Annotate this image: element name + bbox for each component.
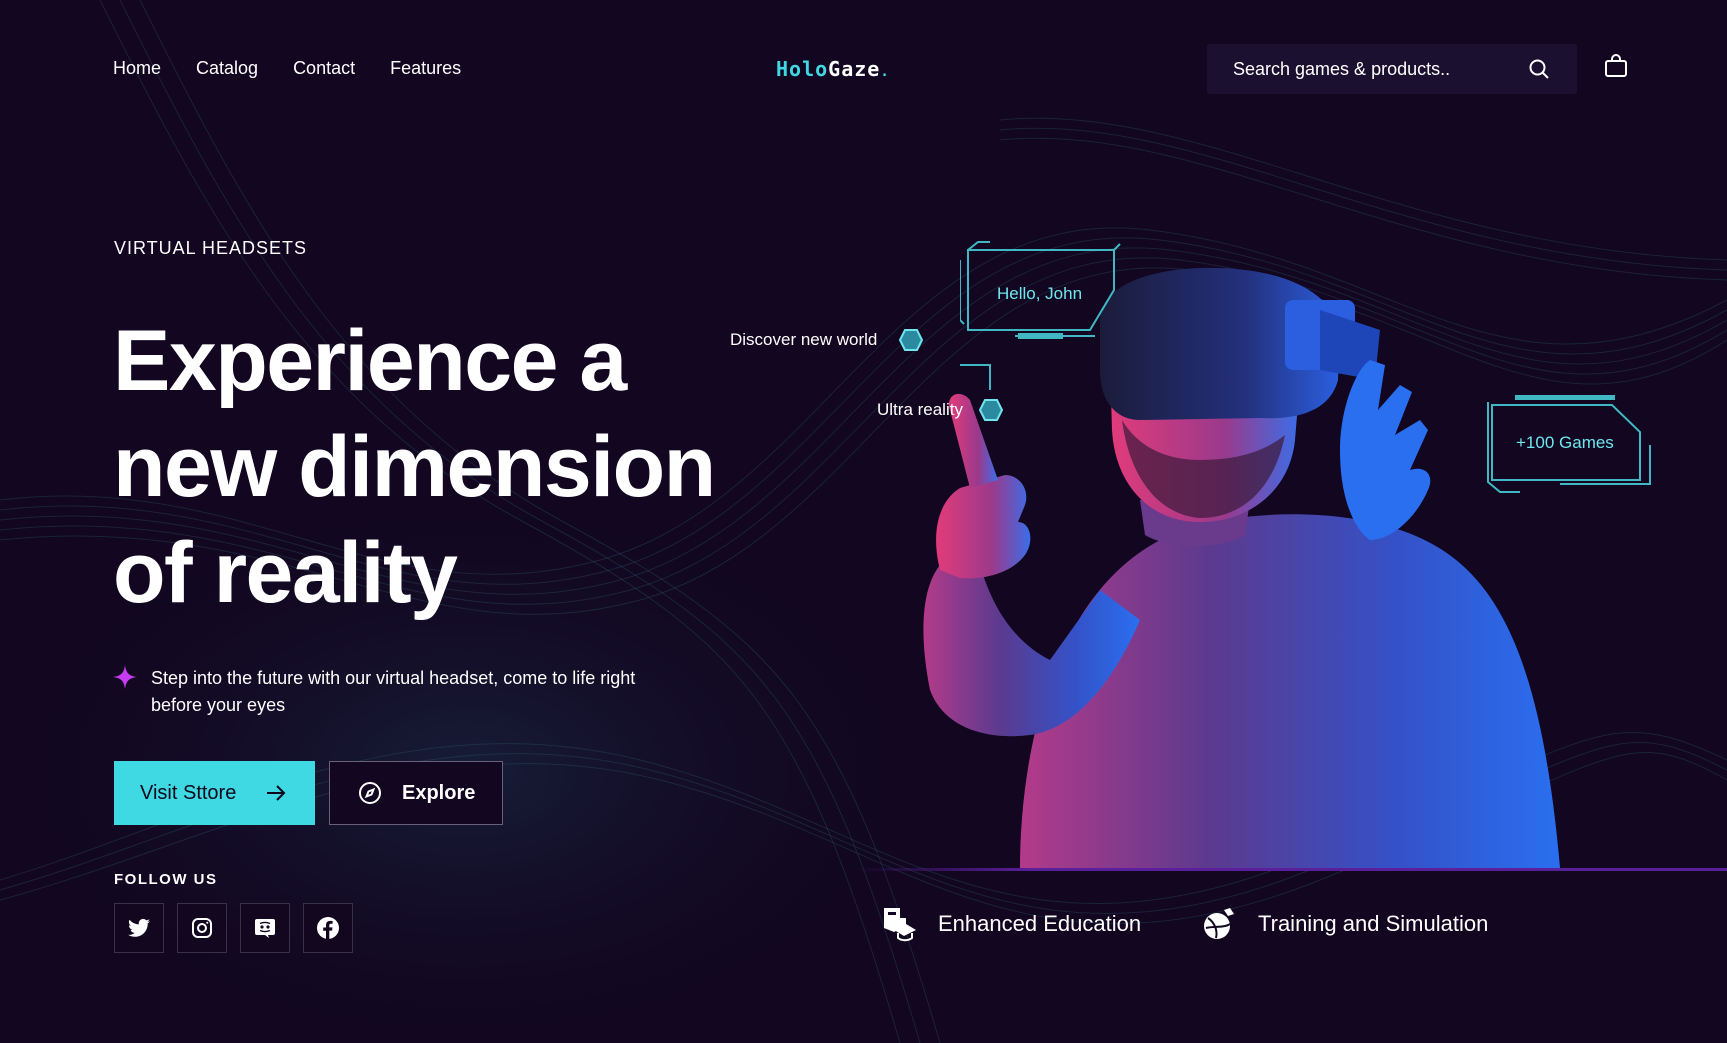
nav-features[interactable]: Features: [390, 58, 461, 79]
headline-line-3: of reality: [113, 525, 458, 621]
discord-icon: [255, 919, 275, 938]
training-icon: [1204, 908, 1234, 939]
logo-part-2: Gaze: [828, 57, 881, 81]
explore-label: Explore: [402, 781, 476, 804]
feature-education: Enhanced Education: [880, 906, 1141, 942]
feature-education-label: Enhanced Education: [938, 911, 1142, 936]
discord-link[interactable]: [240, 903, 290, 953]
headline-line-2: new dimension: [113, 419, 716, 515]
search-icon[interactable]: [1527, 57, 1551, 81]
hud-ultra-label: Ultra reality: [877, 400, 963, 419]
explore-button[interactable]: Explore: [329, 761, 503, 825]
instagram-icon: [192, 918, 212, 938]
visit-store-button[interactable]: Visit Sttore: [114, 761, 315, 825]
main-nav: Home Catalog Contact Features: [113, 58, 461, 79]
logo-part-1: Holo: [776, 57, 829, 81]
feature-divider: [855, 868, 1727, 871]
hud-greeting: Hello, John: [997, 284, 1083, 303]
hero-description: Step into the future with our virtual he…: [113, 665, 673, 719]
follow-us-label: FOLLOW US: [114, 871, 218, 888]
arrow-right-icon: [267, 785, 286, 801]
headline-line-1: Experience a: [113, 313, 627, 409]
twitter-icon: [128, 918, 150, 937]
nav-catalog[interactable]: Catalog: [196, 58, 258, 79]
twitter-link[interactable]: [114, 903, 164, 953]
compass-icon: [359, 782, 381, 804]
nav-home[interactable]: Home: [113, 58, 161, 79]
search-input[interactable]: [1233, 58, 1523, 80]
education-icon: [884, 908, 916, 942]
hud-discover-label: Discover new world: [730, 330, 878, 349]
facebook-link[interactable]: [303, 903, 353, 953]
instagram-link[interactable]: [177, 903, 227, 953]
hero-description-text: Step into the future with our virtual he…: [151, 668, 636, 715]
search-bar: [1207, 44, 1577, 94]
hero-eyebrow: VIRTUAL HEADSETS: [114, 238, 308, 258]
hud-overlay: [960, 241, 1651, 493]
feature-training: Training and Simulation: [1200, 906, 1488, 942]
social-links: [114, 903, 353, 953]
hex-node-discover: [899, 329, 923, 351]
logo-dot: .: [880, 64, 890, 80]
feature-training-label: Training and Simulation: [1258, 911, 1489, 936]
hex-node-ultra: [979, 399, 1003, 421]
shopping-bag-icon[interactable]: [1603, 53, 1629, 79]
visit-store-label: Visit Sttore: [140, 781, 237, 804]
nav-contact[interactable]: Contact: [293, 58, 355, 79]
hud-games-count: +100 Games: [1516, 433, 1614, 452]
sparkle-icon: [113, 665, 137, 689]
site-logo[interactable]: HoloGaze.: [776, 57, 890, 81]
hero-headline: Experience a new dimension of reality: [113, 308, 753, 626]
facebook-icon: [317, 917, 339, 939]
